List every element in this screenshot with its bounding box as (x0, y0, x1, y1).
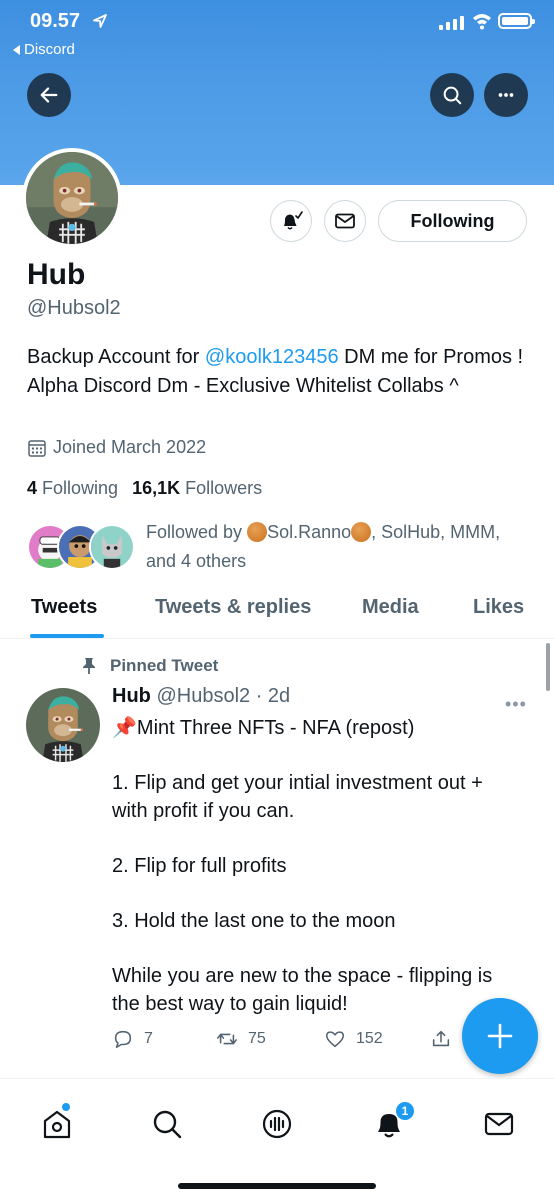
like-count: 152 (356, 1030, 383, 1047)
retweet-count: 75 (248, 1030, 266, 1047)
back-triangle-icon (13, 44, 20, 55)
tweet-line: 1. Flip and get your intial investment o… (112, 772, 483, 822)
tweet-line: 📌Mint Three NFTs - NFA (repost) (112, 717, 415, 739)
message-button[interactable] (324, 200, 366, 242)
followed-by-text[interactable]: Followed by Sol.Ranno, SolHub, MMM, and … (146, 518, 526, 576)
status-bar: 09.57 (30, 10, 535, 36)
like-button[interactable]: 152 (324, 1028, 383, 1050)
cellular-signal-icon (439, 14, 464, 30)
share-icon (432, 1030, 450, 1047)
spaces-icon (262, 1109, 292, 1139)
more-icon (498, 93, 514, 97)
follow-stats: 4 Following 16,1K Followers (27, 478, 262, 499)
tweet-author-avatar[interactable] (26, 688, 100, 762)
compose-tweet-button[interactable] (462, 998, 538, 1074)
followed-by-prefix: Followed by (146, 522, 248, 542)
following-button[interactable]: Following (378, 200, 527, 242)
nav-spaces[interactable] (260, 1107, 294, 1141)
bell-check-icon (284, 211, 303, 230)
reply-button[interactable]: 7 (112, 1028, 153, 1050)
share-button[interactable] (430, 1028, 452, 1050)
nav-search[interactable] (150, 1107, 184, 1141)
reply-count: 7 (144, 1030, 153, 1047)
wifi-icon (473, 14, 491, 30)
following-stat-label: Following (42, 478, 119, 498)
followers-count: 16,1K (132, 478, 181, 498)
more-button[interactable] (484, 73, 528, 117)
back-to-app-link[interactable]: Discord (13, 41, 75, 58)
nav-messages[interactable] (482, 1107, 516, 1141)
arrow-left-icon (40, 87, 58, 103)
followers-stat-label: Followers (185, 478, 263, 498)
ape-avatar-image (26, 152, 118, 244)
profile-name: Hub (27, 258, 86, 291)
retweet-button[interactable]: 75 (216, 1028, 266, 1050)
bottom-navigation: 1 (0, 1078, 554, 1200)
profile-handle: @Hubsol2 (27, 297, 121, 319)
profile-tabs: Tweets Tweets & replies Media Likes (0, 586, 554, 639)
search-icon (153, 1110, 182, 1139)
follower-avatar-3 (89, 524, 135, 570)
pinned-label-text: Pinned Tweet (110, 656, 219, 675)
home-indicator (178, 1183, 376, 1189)
followed-by-name: Sol.Ranno (267, 522, 352, 542)
pinned-tweet-label: Pinned Tweet (80, 656, 218, 676)
joined-text: Joined March 2022 (53, 437, 207, 457)
active-tab-indicator (30, 634, 104, 638)
envelope-icon (335, 213, 355, 229)
notifications-badge: 1 (395, 1101, 415, 1121)
calendar-icon (28, 439, 46, 457)
coin-emoji-icon (351, 522, 372, 542)
battery-icon (498, 13, 535, 29)
tweet-actions: 7 75 152 (112, 1028, 452, 1054)
back-app-label: Discord (24, 41, 75, 58)
reply-icon (114, 1030, 132, 1049)
tab-likes[interactable]: Likes (473, 596, 524, 619)
scrollbar[interactable] (546, 643, 550, 691)
search-button[interactable] (430, 73, 474, 117)
plus-icon (487, 1023, 513, 1049)
bio-text-start: Backup Account for (27, 346, 205, 368)
notifications-bell-button[interactable] (270, 200, 312, 242)
profile-avatar[interactable] (22, 148, 122, 248)
tab-tweets-replies[interactable]: Tweets & replies (155, 596, 311, 619)
tweet-author-name[interactable]: Hub (112, 685, 151, 707)
bio-mention-link[interactable]: @koolk123456 (205, 346, 339, 368)
followers-stat[interactable]: 16,1K Followers (132, 478, 262, 498)
home-new-dot (62, 1103, 70, 1111)
tab-tweets[interactable]: Tweets (31, 596, 97, 619)
tweet-header: Hub @Hubsol2 · 2d (112, 685, 290, 708)
home-icon (43, 1110, 71, 1139)
ape-avatar-image (26, 688, 100, 762)
nav-home[interactable] (40, 1107, 74, 1141)
coin-emoji-icon (247, 522, 268, 542)
tweet-line: 2. Flip for full profits (112, 855, 287, 877)
location-icon (93, 14, 107, 28)
search-icon (443, 86, 462, 105)
tweet-line: 3. Hold the last one to the moon (112, 910, 396, 932)
retweet-icon (217, 1033, 237, 1045)
followed-by-avatars[interactable] (27, 524, 135, 570)
tab-media[interactable]: Media (362, 596, 419, 619)
tweet-more-button[interactable]: ••• (505, 694, 527, 715)
pin-icon (83, 658, 95, 674)
following-count: 4 (27, 478, 38, 498)
status-time: 09.57 (30, 10, 81, 32)
tweet-author-meta: @Hubsol2 · 2d (156, 685, 291, 707)
profile-bio: Backup Account for @koolk123456 DM me fo… (27, 343, 527, 401)
tweet-line: While you are new to the space - flippin… (112, 965, 493, 1015)
joined-date: Joined March 2022 (27, 437, 206, 458)
tweet-body: 📌Mint Three NFTs - NFA (repost) 1. Flip … (112, 714, 522, 1018)
following-stat[interactable]: 4 Following (27, 478, 118, 498)
messages-icon (484, 1112, 514, 1136)
heart-icon (325, 1031, 345, 1048)
back-button[interactable] (27, 73, 71, 117)
